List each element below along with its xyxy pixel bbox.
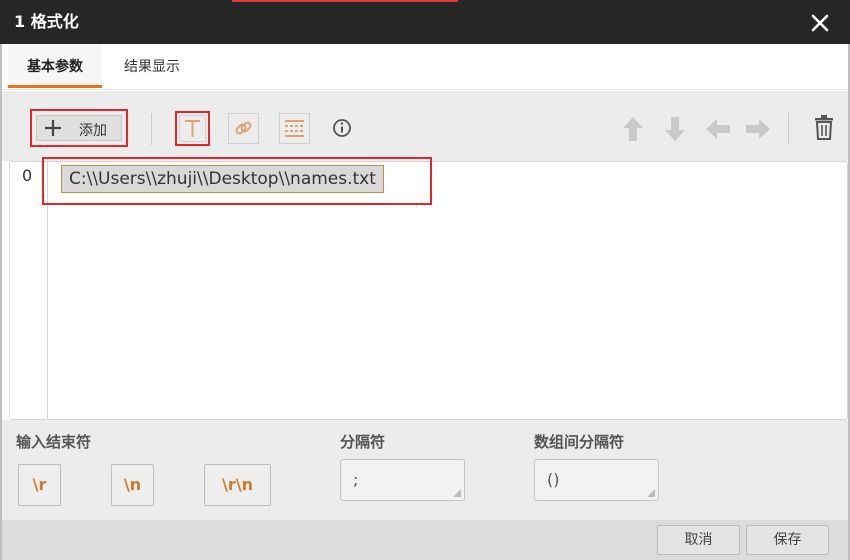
close-icon[interactable] [806, 9, 834, 37]
array-separator-input[interactable]: () [534, 459, 659, 501]
cancel-button[interactable]: 取消 [657, 525, 740, 555]
terminator-lf-button[interactable]: \n [111, 464, 154, 506]
tab-bar: 基本参数 结果显示 [2, 44, 848, 90]
arrow-right-icon[interactable] [743, 116, 773, 142]
terminator-cr-button[interactable]: \r [18, 464, 61, 506]
terminator-crlf-button[interactable]: \r\n [204, 464, 271, 506]
arrow-left-icon[interactable] [703, 116, 733, 142]
line-number: 0 [22, 166, 33, 185]
path-token[interactable]: C:\\Users\\zhuji\\Desktop\\names.txt [61, 165, 384, 193]
info-icon[interactable] [330, 116, 354, 140]
title-bar [0, 0, 850, 44]
resize-grip-icon[interactable] [647, 489, 655, 497]
separator-format-icon[interactable] [279, 113, 310, 144]
add-button-face: 添加 [36, 115, 122, 141]
plus-icon [43, 118, 63, 142]
toolbar-divider [151, 113, 152, 145]
resize-grip-icon[interactable] [453, 489, 461, 497]
array-separator-label: 数组间分隔符 [534, 433, 625, 451]
tab-basic-params[interactable]: 基本参数 [8, 44, 102, 88]
separator-input[interactable]: ; [340, 459, 465, 501]
array-separator-value: () [547, 470, 560, 489]
title-accent-line [232, 0, 458, 2]
window-title: 1 格式化 [14, 12, 79, 31]
separator-value: ; [353, 470, 359, 489]
text-icon-face [179, 115, 206, 142]
add-button[interactable]: 添加 [30, 109, 128, 147]
save-button[interactable]: 保存 [746, 525, 829, 555]
trash-icon[interactable] [812, 114, 836, 142]
terminator-label: 输入结束符 [16, 433, 92, 451]
arrow-down-icon[interactable] [662, 114, 688, 144]
text-icon[interactable] [175, 111, 210, 146]
tab-result-display[interactable]: 结果显示 [106, 44, 198, 88]
separator-label: 分隔符 [340, 433, 386, 451]
add-button-label: 添加 [79, 123, 107, 139]
toolbar-divider-right [788, 113, 789, 145]
link-icon[interactable] [228, 113, 259, 144]
arrow-up-icon[interactable] [620, 114, 646, 144]
